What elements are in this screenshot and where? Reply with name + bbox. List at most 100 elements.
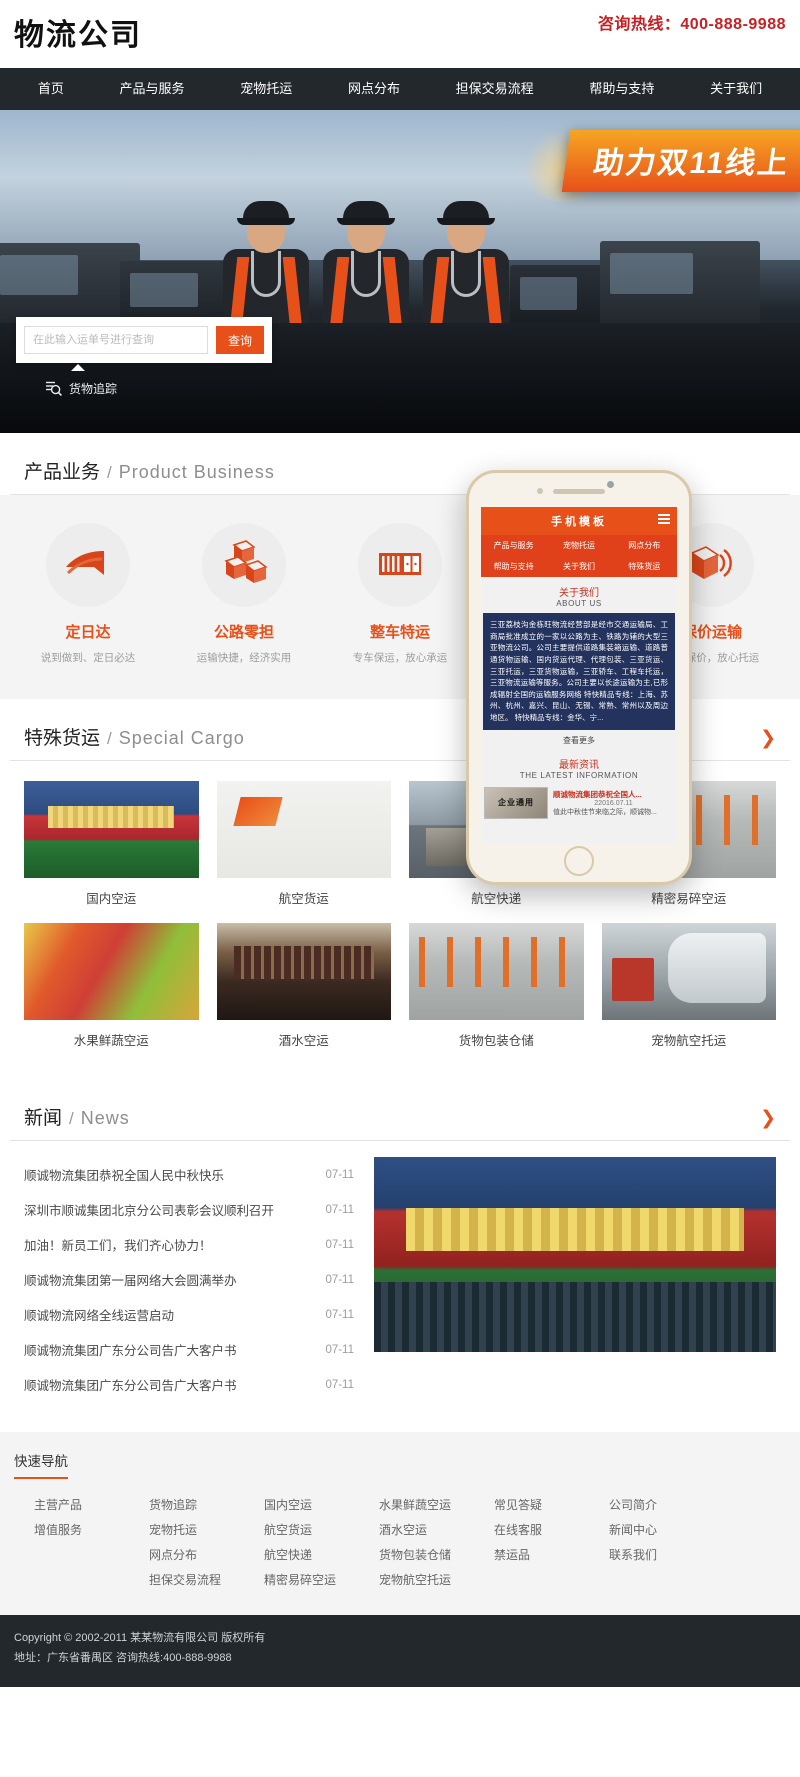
news-date: 07-11 (325, 1238, 354, 1251)
quick-link[interactable]: 公司简介 (609, 1493, 724, 1518)
product-name: 定日达 (65, 624, 111, 641)
quick-nav-columns: 主营产品 增值服务 货物追踪 宠物托运 网点分布 担保交易流程 国内空运 航空货… (14, 1493, 794, 1593)
product-card-dingrida[interactable]: 定日达 说到做到、定日必达 (24, 523, 152, 665)
phone-more-link[interactable]: 查看更多 (481, 730, 677, 749)
product-desc: 运输快捷，经济实用 (196, 652, 292, 664)
cargo-tracking-tab[interactable]: 货物追踪 (16, 364, 246, 406)
tab-pointer (71, 364, 85, 371)
news-item[interactable]: 顺诚物流集团第一届网络大会圆满举办 07-11 (24, 1262, 354, 1297)
quick-link[interactable]: 水果鲜蔬空运 (379, 1493, 494, 1518)
product-desc: 专车保运，放心承运 (352, 652, 448, 664)
quick-link[interactable]: 国内空运 (264, 1493, 379, 1518)
phone-nav-item-support[interactable]: 帮助与支持 (481, 556, 546, 577)
cargo-label: 国内空运 (86, 892, 137, 906)
quick-nav-column: 主营产品 增值服务 (34, 1493, 149, 1593)
phone-news-title-cn: 最新资讯 (559, 759, 599, 771)
phone-news-title-en: THE LATEST INFORMATION (519, 770, 639, 780)
quick-link[interactable]: 货物追踪 (149, 1493, 264, 1518)
phone-nav: 产品与服务 宠物托运 网点分布 帮助与支持 关于我们 特殊货运 (481, 535, 677, 577)
hero-banner: 助力双11线上 查询 货物追踪 (0, 110, 800, 433)
product-name: 整车特运 (369, 624, 430, 641)
phone-news-summary: 值此中秋佳节来临之际，顺诚物... (553, 808, 657, 816)
news-item[interactable]: 顺诚物流集团恭祝全国人民中秋快乐 07-11 (24, 1157, 354, 1192)
nav-item-pet[interactable]: 宠物托运 (234, 68, 298, 110)
cargo-thumbnail (216, 781, 391, 878)
section-title-en: Product Business (118, 462, 275, 482)
news-item[interactable]: 顺诚物流网络全线运营启动 07-11 (24, 1297, 354, 1332)
phone-about-title-cn: 关于我们 (559, 588, 599, 599)
cargo-label: 酒水空运 (278, 1034, 329, 1048)
phone-news-headline: 顺诚物流集团恭祝全国人... (553, 789, 642, 799)
news-date: 07-11 (325, 1273, 354, 1286)
quick-link[interactable]: 联系我们 (609, 1543, 724, 1568)
quick-link[interactable]: 网点分布 (149, 1543, 264, 1568)
news-title: 顺诚物流网络全线运营启动 (24, 1309, 175, 1323)
phone-nav-item-about[interactable]: 关于我们 (546, 556, 611, 577)
nav-item-products[interactable]: 产品与服务 (114, 68, 191, 110)
cargo-card[interactable]: 航空货运 (216, 781, 391, 911)
quick-link[interactable]: 航空货运 (264, 1518, 379, 1543)
cargo-thumbnail (24, 923, 199, 1020)
cargo-card[interactable]: 酒水空运 (216, 923, 391, 1053)
phone-nav-item-products[interactable]: 产品与服务 (481, 535, 546, 556)
news-item[interactable]: 深圳市顺诚集团北京分公司表彰会议顺利召开 07-11 (24, 1192, 354, 1227)
quick-link[interactable]: 禁运品 (494, 1543, 609, 1568)
nav-item-network[interactable]: 网点分布 (342, 68, 406, 110)
nav-item-escrow[interactable]: 担保交易流程 (450, 68, 540, 110)
site-header: 物流公司 咨询热线：400-888-9988 (0, 0, 800, 68)
quick-link[interactable]: 主营产品 (34, 1493, 149, 1518)
cargo-card[interactable]: 宠物航空托运 (601, 923, 776, 1053)
product-icon-wrap (358, 523, 442, 607)
news-feature-image[interactable] (374, 1157, 776, 1352)
phone-camera-icon (607, 481, 614, 488)
quick-link[interactable]: 常见答疑 (494, 1493, 609, 1518)
quick-link[interactable]: 酒水空运 (379, 1518, 494, 1543)
chevron-right-icon[interactable]: ❯ (760, 1107, 776, 1130)
quick-link[interactable]: 宠物托运 (149, 1518, 264, 1543)
news-title: 顺诚物流集团广东分公司告广大客户书 (24, 1379, 237, 1393)
chevron-right-icon[interactable]: ❯ (760, 727, 776, 750)
quick-link[interactable]: 在线客服 (494, 1518, 609, 1543)
quick-link[interactable]: 宠物航空托运 (379, 1568, 494, 1593)
quick-link[interactable]: 货物包装仓储 (379, 1543, 494, 1568)
quick-link[interactable]: 增值服务 (34, 1518, 149, 1543)
news-item[interactable]: 顺诚物流集团广东分公司告广大客户书 07-11 (24, 1332, 354, 1367)
hamburger-menu-icon[interactable] (658, 514, 670, 526)
product-desc: 说到做到、定日必达 (40, 652, 136, 664)
phone-news-item[interactable]: 企业通用 顺诚物流集团恭祝全国人... 22016.07.11 值此中秋佳节来临… (481, 785, 677, 821)
product-icon-wrap (202, 523, 286, 607)
quick-nav-title: 快速导航 (14, 1450, 68, 1479)
swoosh-icon (64, 539, 112, 592)
phone-nav-item-pet[interactable]: 宠物托运 (546, 535, 611, 556)
quick-link[interactable]: 担保交易流程 (149, 1568, 264, 1593)
section-title-cn: 特殊货运 (24, 728, 101, 749)
quick-link[interactable]: 航空快递 (264, 1543, 379, 1568)
hotline-text: 咨询热线：400-888-9988 (597, 16, 786, 33)
site-logo[interactable]: 物流公司 (14, 10, 142, 54)
cargo-card[interactable]: 货物包装仓储 (409, 923, 584, 1053)
section-title-cn: 新闻 (24, 1108, 63, 1129)
news-date: 07-11 (325, 1308, 354, 1321)
news-list: 顺诚物流集团恭祝全国人民中秋快乐 07-11 深圳市顺诚集团北京分公司表彰会议顺… (24, 1157, 354, 1402)
nav-item-about[interactable]: 关于我们 (704, 68, 768, 110)
quick-link[interactable]: 精密易碎空运 (264, 1568, 379, 1593)
news-item[interactable]: 顺诚物流集团广东分公司告广大客户书 07-11 (24, 1367, 354, 1402)
news-item[interactable]: 加油！新员工们，我们齐心协力！ 07-11 (24, 1227, 354, 1262)
waybill-search-input[interactable] (24, 326, 208, 354)
nav-item-support[interactable]: 帮助与支持 (583, 68, 660, 110)
phone-home-button[interactable] (564, 846, 594, 876)
nav-item-home[interactable]: 首页 (32, 68, 70, 110)
product-card-lingdan[interactable]: 公路零担 运输快捷，经济实用 (180, 523, 308, 665)
waybill-search-button[interactable]: 查询 (216, 326, 264, 354)
quick-link[interactable]: 新闻中心 (609, 1518, 724, 1543)
cargo-tracking-tab-label: 货物追踪 (69, 381, 118, 396)
news-date: 07-11 (325, 1168, 354, 1181)
phone-nav-item-special[interactable]: 特殊货运 (612, 556, 677, 577)
phone-nav-item-network[interactable]: 网点分布 (612, 535, 677, 556)
cargo-card[interactable]: 国内空运 (24, 781, 199, 911)
section-title-en: Special Cargo (118, 728, 245, 748)
cargo-label: 货物包装仓储 (458, 1034, 534, 1048)
phone-app-title-text: 手机模板 (551, 516, 607, 528)
product-card-zhengche[interactable]: 整车特运 专车保运，放心承运 (336, 523, 464, 665)
cargo-card[interactable]: 水果鲜蔬空运 (24, 923, 199, 1053)
